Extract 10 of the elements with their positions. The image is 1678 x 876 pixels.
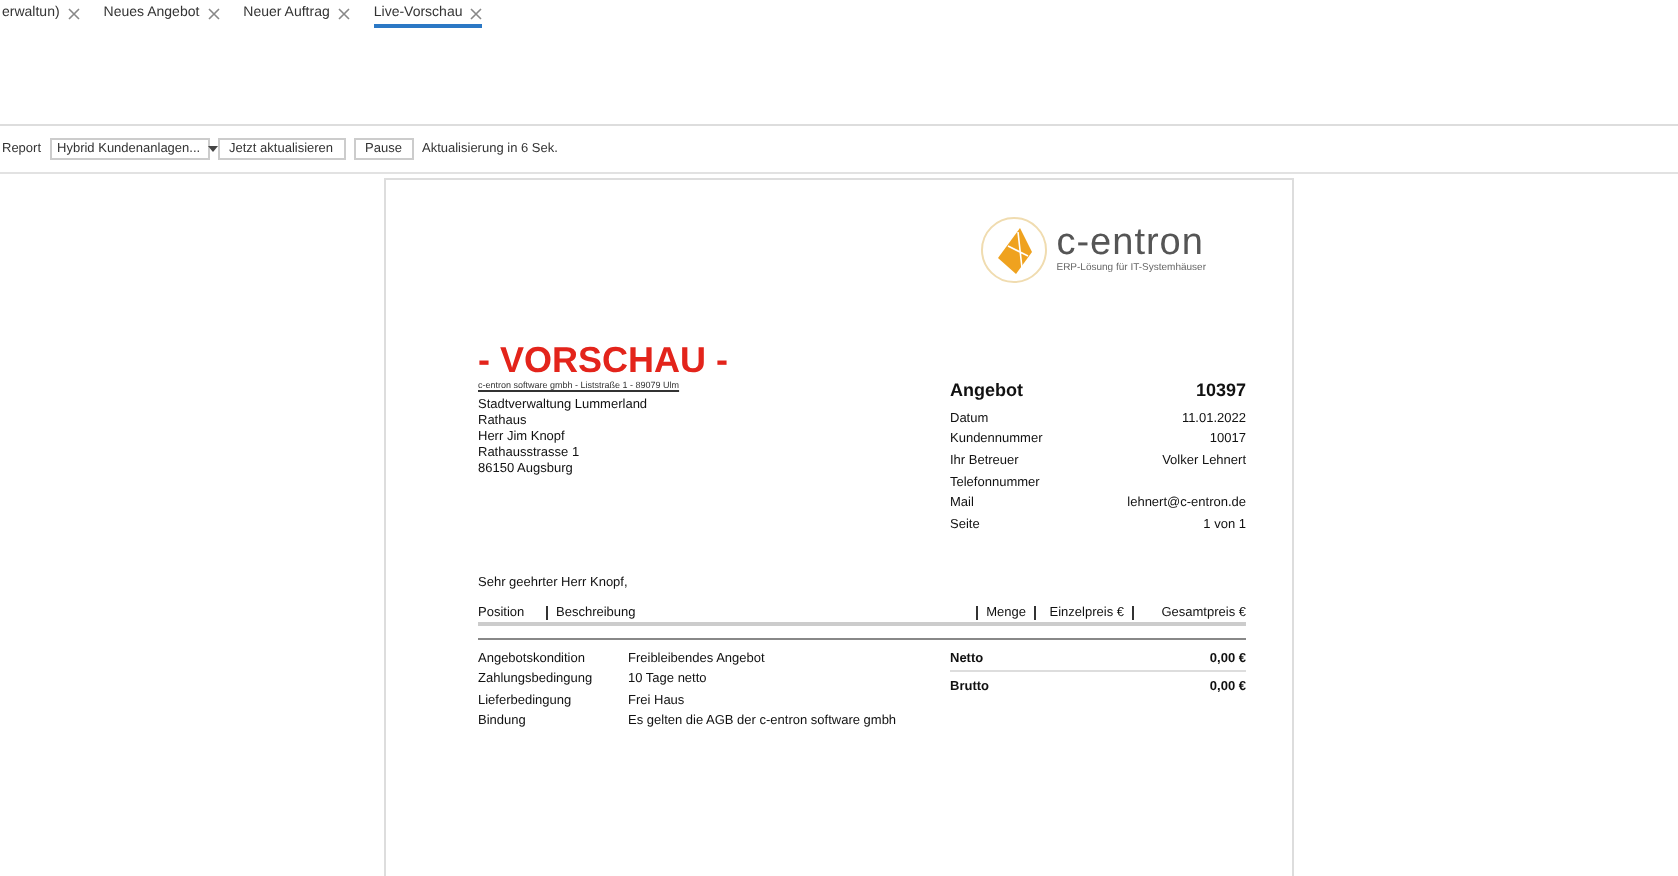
close-icon[interactable] [470, 7, 483, 19]
close-icon[interactable] [67, 7, 80, 19]
document-number: 10397 [1195, 380, 1246, 400]
logo-wordmark: c-entron [1056, 226, 1204, 262]
close-icon[interactable] [337, 7, 350, 19]
caret-icon [208, 146, 219, 152]
close-icon[interactable] [207, 7, 220, 19]
preview-watermark: - VORSCHAU - [478, 342, 728, 378]
logo-icon [980, 216, 1049, 284]
document-title: Angebot [950, 380, 1023, 400]
